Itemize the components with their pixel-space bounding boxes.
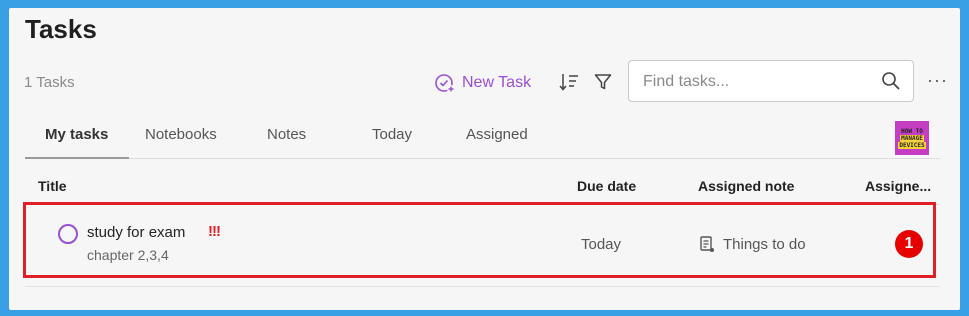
tab-assigned[interactable]: Assigned	[466, 126, 528, 143]
more-icon[interactable]: ···	[927, 70, 948, 91]
tab-my-tasks[interactable]: My tasks	[45, 126, 108, 143]
task-count: 1 Tasks	[24, 74, 75, 91]
row-divider	[25, 286, 940, 287]
column-assigned-note[interactable]: Assigned note	[698, 178, 794, 194]
search-box	[628, 60, 914, 103]
new-task-label: New Task	[462, 74, 532, 91]
new-task-icon	[435, 74, 455, 93]
column-due-date[interactable]: Due date	[577, 178, 636, 194]
logo-line: HOW TO	[901, 127, 923, 135]
search-input[interactable]	[641, 61, 875, 103]
tab-bar: My tasks Notebooks Notes Today Assigned	[25, 120, 940, 159]
page-title: Tasks	[25, 14, 97, 44]
search-icon[interactable]	[881, 71, 901, 91]
column-assigned[interactable]: Assigne...	[865, 178, 931, 194]
logo-line: MANAGE	[900, 134, 924, 142]
sort-button[interactable]	[557, 70, 581, 94]
filter-icon	[594, 74, 612, 90]
sort-icon	[559, 74, 578, 91]
filter-button[interactable]	[591, 70, 615, 94]
howto-logo: HOW TO MANAGE DEVICES	[895, 121, 929, 155]
tab-notebooks[interactable]: Notebooks	[145, 126, 217, 143]
highlight-box	[23, 202, 936, 278]
tab-today[interactable]: Today	[372, 126, 412, 143]
new-task-button[interactable]: New Task	[434, 72, 531, 94]
logo-line: DEVICES	[898, 141, 926, 149]
active-tab-indicator	[25, 157, 129, 159]
tab-notes[interactable]: Notes	[267, 126, 306, 143]
column-title[interactable]: Title	[38, 178, 67, 194]
tasks-panel: Tasks 1 Tasks New Task ··· My tasks Note…	[9, 8, 960, 310]
annotation-badge: 1	[895, 230, 923, 258]
